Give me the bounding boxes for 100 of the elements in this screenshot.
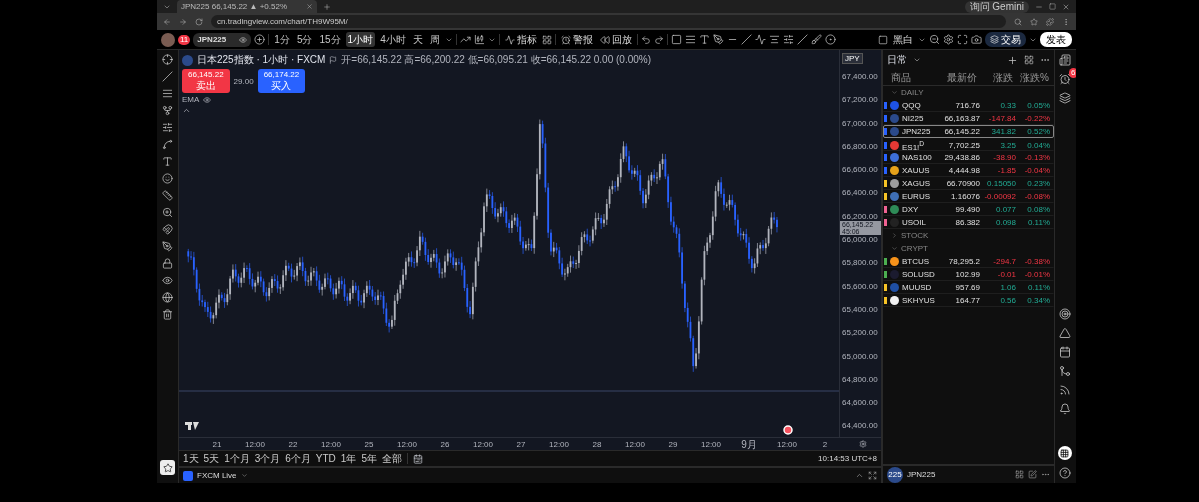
fullscreen-icon[interactable] <box>957 34 968 45</box>
interval-button[interactable]: 4小时 <box>378 32 408 47</box>
publish-button[interactable]: 发表 <box>1040 32 1072 47</box>
calendar-icon[interactable] <box>412 453 423 464</box>
line-icon[interactable] <box>796 34 808 45</box>
avatar[interactable] <box>161 32 175 47</box>
sell-button[interactable]: 66,145.22 卖出 <box>182 69 230 93</box>
section-header[interactable]: CRYPT <box>883 242 1054 255</box>
fork-icon[interactable] <box>162 105 173 116</box>
range-button[interactable]: 1天 <box>183 452 199 465</box>
bookmark-star-icon[interactable] <box>1030 17 1038 26</box>
column-header[interactable]: 涨跌% <box>1013 70 1049 85</box>
more-icon[interactable] <box>1041 470 1050 479</box>
alarm-clock-icon[interactable] <box>1058 73 1071 85</box>
interval-button[interactable]: 天 <box>410 32 425 47</box>
settings-icon[interactable] <box>943 34 954 45</box>
gemini-button[interactable]: 询问 Gemini <box>964 0 1029 13</box>
search-icon[interactable] <box>1014 17 1022 26</box>
add-icon[interactable] <box>1007 54 1018 66</box>
bell-icon[interactable] <box>1058 403 1071 415</box>
layout-icon[interactable] <box>541 34 552 45</box>
watchlist-icon[interactable] <box>1058 54 1071 66</box>
back-icon[interactable] <box>163 17 171 26</box>
buy-button[interactable]: 66,174.22 买入 <box>257 69 306 93</box>
lock-icon[interactable] <box>162 258 173 269</box>
interval-button[interactable]: 5分 <box>294 32 315 47</box>
rectangle-icon[interactable] <box>670 34 682 45</box>
merge-icon[interactable] <box>1058 365 1071 377</box>
apps-button[interactable] <box>1057 446 1072 460</box>
trade-button[interactable]: 交易 <box>985 32 1026 47</box>
section-header[interactable]: STOCK <box>883 229 1054 242</box>
sliders-icon[interactable] <box>782 34 794 45</box>
watchlist-row[interactable]: NAS100 29,438.86 -38.90 -0.13% <box>883 151 1054 164</box>
lines-icon[interactable] <box>162 88 173 99</box>
watchlist-row[interactable]: XAUUS 4,444.98 -1.85 -0.04% <box>883 164 1054 177</box>
smiley-icon[interactable] <box>162 173 173 184</box>
close-icon[interactable] <box>306 3 313 10</box>
range-button[interactable]: 5年 <box>361 452 377 465</box>
layout-icon[interactable] <box>1015 470 1024 479</box>
currency-selector[interactable]: JPY <box>842 53 863 64</box>
watchlist-title[interactable]: 日常 <box>887 53 907 67</box>
symbol-search-field[interactable]: JPN225 <box>193 32 252 47</box>
watchlist-row[interactable]: MUUSD 957.69 1.06 0.11% <box>883 281 1054 294</box>
settings-icon[interactable] <box>859 440 867 448</box>
section-header[interactable]: DAILY <box>883 86 1054 99</box>
theme-button[interactable]: 黑白 <box>891 32 915 47</box>
watchlist-row[interactable]: USOIL 86.382 0.098 0.11% <box>883 216 1054 229</box>
address-bar[interactable]: cn.tradingview.com/chart/TH9W95M/ <box>211 15 1006 28</box>
range-button[interactable]: YTD <box>315 452 336 465</box>
expand-icon[interactable] <box>868 471 877 480</box>
zoom-out-icon[interactable] <box>929 34 940 45</box>
brush-icon[interactable] <box>810 34 822 45</box>
column-header[interactable]: 涨跌 <box>977 70 1013 85</box>
watchlist-row[interactable]: XAGUS 66.70900 0.15050 0.23% <box>883 177 1054 190</box>
pen-icon[interactable] <box>162 241 173 252</box>
redo-icon[interactable] <box>653 34 664 45</box>
alert-button[interactable]: 警报 <box>558 32 595 47</box>
collapse-icon[interactable] <box>182 106 191 115</box>
favorites-button[interactable] <box>160 460 175 475</box>
trend-line-icon[interactable] <box>162 71 173 82</box>
feed-icon[interactable] <box>1058 384 1071 396</box>
undo-icon[interactable] <box>640 34 651 45</box>
interval-button[interactable]: 周 <box>427 32 442 47</box>
range-button[interactable]: 6个月 <box>285 452 311 465</box>
reload-icon[interactable] <box>195 17 203 26</box>
watchlist-row[interactable]: DXY 99.490 0.077 0.08% <box>883 203 1054 216</box>
magnet-icon[interactable] <box>162 224 173 235</box>
eye-icon[interactable] <box>162 275 173 286</box>
edit-icon[interactable] <box>1028 470 1037 479</box>
caret-icon[interactable] <box>913 56 921 64</box>
range-button[interactable]: 1个月 <box>224 452 250 465</box>
layout-icon[interactable] <box>1024 55 1034 65</box>
watchlist-row[interactable]: SKHYUS 164.77 0.56 0.34% <box>883 294 1054 307</box>
globe-icon[interactable] <box>162 292 173 303</box>
column-header[interactable]: 商品 <box>883 70 933 85</box>
watchlist-row[interactable]: QQQ 716.76 0.33 0.05% <box>883 99 1054 112</box>
close-icon[interactable] <box>1062 2 1070 11</box>
crosshair-icon[interactable] <box>162 54 173 65</box>
text-icon[interactable] <box>698 34 710 45</box>
lines-icon[interactable] <box>684 34 696 45</box>
interval-button[interactable]: 15分 <box>317 32 343 47</box>
replay-button[interactable]: 回放 <box>597 32 634 47</box>
add-symbol-icon[interactable] <box>254 34 266 45</box>
maximize-icon[interactable] <box>1049 3 1056 10</box>
zoom-in-icon[interactable] <box>162 207 173 218</box>
sliders-icon[interactable] <box>162 122 173 133</box>
camera-icon[interactable] <box>971 34 982 45</box>
chevron-up-icon[interactable] <box>855 471 864 480</box>
indicators-button[interactable]: 指标 <box>502 32 539 47</box>
range-button[interactable]: 1年 <box>340 452 357 465</box>
interval-button[interactable]: 1小时 <box>345 32 376 47</box>
range-button[interactable]: 全部 <box>381 452 402 465</box>
watchlist-row[interactable]: JPN225 66,145.22 341.82 0.52% <box>883 125 1054 138</box>
new-tab-icon[interactable] <box>323 2 331 11</box>
event-marker-icon[interactable] <box>783 425 793 435</box>
target-icon[interactable] <box>1058 308 1071 320</box>
line-chart-icon[interactable] <box>459 34 471 45</box>
range-button[interactable]: 5天 <box>203 452 220 465</box>
forward-icon[interactable] <box>179 17 187 26</box>
layers-icon[interactable] <box>1058 92 1071 104</box>
